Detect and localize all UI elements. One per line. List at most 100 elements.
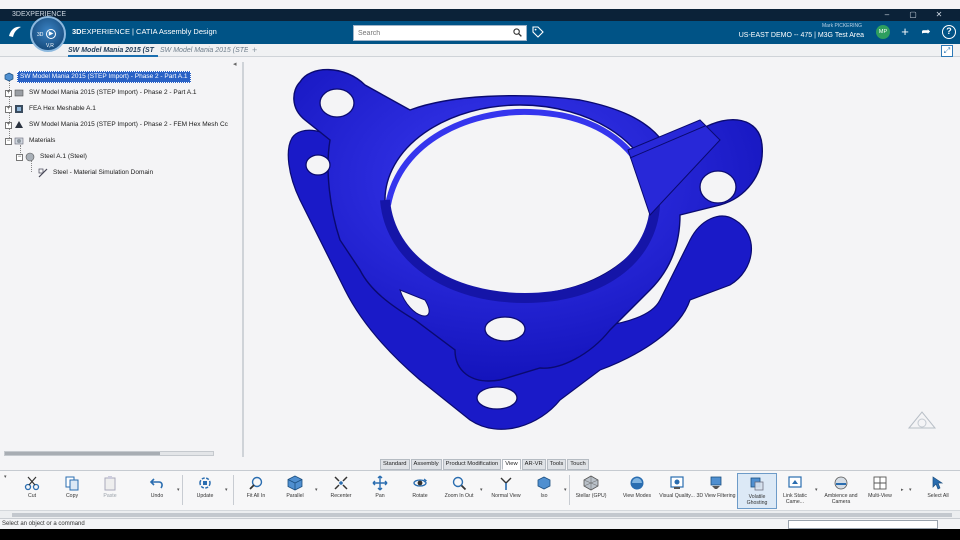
share-icon[interactable]: ➦	[919, 25, 933, 39]
chevron-down-icon[interactable]: ▾	[4, 474, 7, 480]
update-button[interactable]: Update	[185, 473, 225, 509]
collapse-icon[interactable]: −	[16, 153, 23, 161]
maximize-button[interactable]: ▢	[900, 9, 926, 21]
tree-horizontal-scrollbar[interactable]	[4, 451, 214, 456]
iso-label: Iso	[540, 493, 548, 499]
action-bar: ▾ Cut Copy Paste Undo ▾ Update ▾ Fit All…	[0, 470, 960, 510]
add-tab-button[interactable]: +	[252, 44, 262, 57]
tree-item-steel-domain[interactable]: Steel - Material Simulation Domain	[38, 167, 155, 179]
search-input[interactable]	[353, 25, 527, 41]
expand-icon[interactable]: +	[5, 105, 12, 113]
command-input[interactable]	[788, 520, 938, 529]
expand-icon[interactable]: +	[5, 121, 12, 129]
tab-active[interactable]: SW Model Mania 2015 (ST	[68, 44, 158, 57]
tree-collapse-icon[interactable]: ◂	[233, 60, 237, 68]
paste-button[interactable]: Paste	[90, 473, 130, 509]
chevron-down-icon[interactable]: ▾	[815, 487, 818, 493]
compass-vr-label: V,R	[46, 43, 54, 49]
ambience-camera-button[interactable]: Ambience and Camera	[821, 473, 861, 509]
fit-all-icon	[249, 476, 263, 490]
ds-logo-icon[interactable]	[7, 24, 23, 43]
volatile-ghosting-label: Volatile Ghosting	[746, 494, 768, 506]
chevron-right-icon[interactable]: ▸	[901, 487, 904, 493]
avatar[interactable]: MP	[876, 25, 890, 39]
add-icon[interactable]: +	[898, 25, 912, 39]
collapse-icon[interactable]: −	[5, 137, 12, 145]
scroll-thumb[interactable]	[5, 452, 160, 455]
simulation-domain-icon	[38, 168, 48, 178]
fit-all-in-button[interactable]: Fit All In	[236, 473, 276, 509]
chevron-down-icon[interactable]: ▾	[909, 487, 912, 493]
ghosting-icon	[750, 477, 764, 491]
app-window: 3DEXPERIENCE – ▢ ✕ 3DEXPERIENCE | CATIA …	[0, 0, 960, 540]
chevron-down-icon[interactable]: ▾	[177, 487, 180, 493]
close-button[interactable]: ✕	[926, 9, 952, 21]
chevron-down-icon[interactable]: ▾	[315, 487, 318, 493]
zoom-in-out-button[interactable]: Zoom In Out	[439, 473, 479, 509]
fea-mesh-icon	[15, 105, 23, 113]
recenter-button[interactable]: Recenter	[321, 473, 361, 509]
tree-item-mesh[interactable]: + SW Model Mania 2015 (STEP Import) - Ph…	[5, 119, 230, 131]
select-all-button[interactable]: Select All	[918, 473, 958, 509]
pan-button[interactable]: Pan	[360, 473, 400, 509]
tab-touch[interactable]: Touch	[567, 459, 589, 470]
chevron-down-icon[interactable]: ▾	[564, 487, 567, 493]
link-static-camera-button[interactable]: Link Static Came...	[775, 473, 815, 509]
iso-view-button[interactable]: Iso	[524, 473, 564, 509]
help-icon[interactable]: ?	[942, 25, 956, 39]
scroll-thumb[interactable]	[12, 513, 952, 517]
tree-item-label: Steel - Material Simulation Domain	[53, 169, 154, 176]
tab-ar-vr[interactable]: AR-VR	[521, 459, 546, 470]
view-modes-button[interactable]: View Modes	[617, 473, 657, 509]
tag-icon[interactable]	[532, 26, 544, 38]
minimize-button[interactable]: –	[874, 9, 900, 21]
cut-button[interactable]: Cut	[12, 473, 52, 509]
copy-button[interactable]: Copy	[52, 473, 92, 509]
action-bar-scrollbar[interactable]	[0, 510, 960, 518]
chevron-down-icon[interactable]: ▾	[480, 487, 483, 493]
tenant-label[interactable]: US-EAST DEMO -- 475 | M3G Test Area	[730, 32, 864, 39]
rotate-button[interactable]: Rotate	[400, 473, 440, 509]
fullscreen-icon[interactable]: ⤢	[941, 45, 953, 57]
volatile-ghosting-button[interactable]: Volatile Ghosting	[737, 473, 777, 509]
stellar-gpu-button[interactable]: Stellar (GPU)	[571, 473, 611, 509]
tree-item-materials[interactable]: − Materials	[5, 135, 57, 147]
robot-axis-icon[interactable]	[905, 408, 939, 434]
play-icon[interactable]: ▶	[46, 29, 56, 39]
parallel-label: Parallel	[286, 493, 304, 499]
stellar-icon	[583, 475, 599, 491]
tree-item-label: Steel A.1 (Steel)	[40, 153, 87, 160]
tree-item-part[interactable]: + SW Model Mania 2015 (STEP Import) - Ph…	[5, 87, 199, 99]
normal-view-button[interactable]: Normal View	[486, 473, 526, 509]
tree-root-item[interactable]: SW Model Mania 2015 (STEP Import) - Phas…	[4, 71, 191, 83]
3d-view-filtering-button[interactable]: 3D View Filtering	[696, 473, 736, 509]
part-model[interactable]	[0, 57, 960, 457]
expand-icon[interactable]: +	[5, 89, 12, 97]
tab-inactive[interactable]: SW Model Mania 2015 (STE	[160, 44, 248, 57]
visual-quality-button[interactable]: Visual Quality...	[657, 473, 697, 509]
multi-view-button[interactable]: Multi-View	[860, 473, 900, 509]
letterbox-bottom	[0, 529, 960, 540]
search-icon[interactable]	[513, 28, 522, 37]
material-sphere-icon	[25, 152, 35, 162]
tree-item-label: FEA Hex Meshable A.1	[29, 105, 96, 112]
tree-item-fea[interactable]: + FEA Hex Meshable A.1	[5, 103, 98, 115]
parallel-button[interactable]: Parallel	[275, 473, 315, 509]
3d-viewport[interactable]: ◂	[0, 57, 960, 457]
tab-view[interactable]: View	[502, 459, 521, 470]
compass-widget[interactable]: 3D ▶ V,R	[30, 16, 66, 52]
tab-product-modification[interactable]: Product Modification	[442, 459, 502, 470]
tab-assembly[interactable]: Assembly	[410, 459, 442, 470]
select-all-label: Select All	[927, 493, 949, 499]
user-name[interactable]: Mark PICKERING	[806, 23, 862, 29]
tab-tools[interactable]: Tools	[546, 459, 567, 470]
tree-item-steel[interactable]: − Steel A.1 (Steel)	[16, 151, 89, 163]
paste-label: Paste	[103, 493, 117, 499]
3d-view-filtering-label: 3D View Filtering	[696, 493, 736, 499]
tree-splitter[interactable]	[242, 62, 244, 457]
undo-button[interactable]: Undo	[137, 473, 177, 509]
app-title-text: EXPERIENCE | CATIA Assembly Design	[81, 27, 217, 36]
tree-item-label: SW Model Mania 2015 (STEP Import) - Phas…	[29, 121, 228, 128]
tab-standard[interactable]: Standard	[380, 459, 410, 470]
chevron-down-icon[interactable]: ▾	[225, 487, 228, 493]
